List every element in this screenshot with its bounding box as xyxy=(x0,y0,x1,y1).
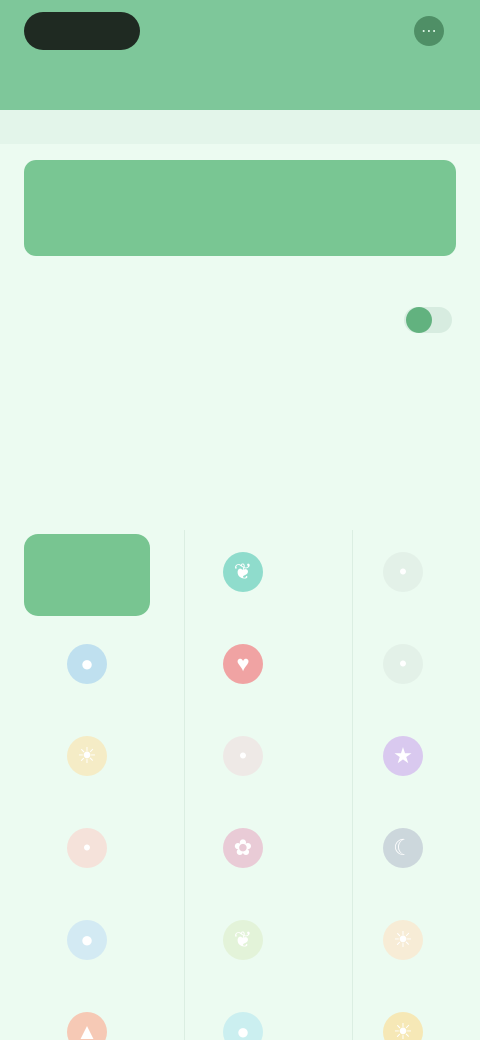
sun-icon: ☀ xyxy=(383,920,423,960)
dot-icon: • xyxy=(383,552,423,592)
heart-icon: ♥ xyxy=(223,644,263,684)
sun-icon: ☀ xyxy=(383,1012,423,1040)
category-tile[interactable]: ❦ xyxy=(180,534,306,616)
drop-icon: ● xyxy=(67,920,107,960)
category-tile[interactable]: ☀ xyxy=(340,902,466,984)
app-logo[interactable] xyxy=(24,12,140,50)
fire-icon: ▲ xyxy=(67,1012,107,1040)
flower-icon: ✿ xyxy=(223,828,263,868)
category-tile[interactable]: ● xyxy=(24,626,150,708)
dot-icon: • xyxy=(383,644,423,684)
category-tile[interactable]: ☀ xyxy=(24,718,150,800)
category-tile[interactable]: • xyxy=(340,534,466,616)
category-tile[interactable]: • xyxy=(24,810,150,892)
category-tile[interactable]: ● xyxy=(180,994,306,1040)
dot-icon: • xyxy=(67,828,107,868)
category-tile[interactable]: • xyxy=(180,718,306,800)
dot-icon: • xyxy=(223,736,263,776)
option-row-toggle xyxy=(28,300,452,340)
more-icon[interactable]: ⋯ xyxy=(414,16,444,46)
option-toggle[interactable] xyxy=(404,307,452,333)
category-grid: ❦ • ● ♥ • ☀ • ★ • ✿ ☾ ● ❦ ☀ ▲ ● ☀ xyxy=(22,530,462,1040)
app-header: ⋯ xyxy=(0,0,480,110)
category-tile[interactable] xyxy=(24,534,150,616)
category-tile[interactable]: ☀ xyxy=(340,994,466,1040)
category-tile[interactable]: ♥ xyxy=(180,626,306,708)
category-tile[interactable]: ★ xyxy=(340,718,466,800)
header-divider-strip xyxy=(0,110,480,144)
drop-icon: ● xyxy=(223,1012,263,1040)
sun-icon: ☀ xyxy=(67,736,107,776)
primary-action-button[interactable] xyxy=(24,160,456,256)
category-tile[interactable]: ✿ xyxy=(180,810,306,892)
star-icon: ★ xyxy=(383,736,423,776)
drop-icon: ● xyxy=(67,644,107,684)
grid-icon xyxy=(67,552,107,592)
leaf-icon: ❦ xyxy=(223,552,263,592)
category-tile[interactable]: ❦ xyxy=(180,902,306,984)
category-tile[interactable]: ▲ xyxy=(24,994,150,1040)
option-row-select[interactable] xyxy=(28,372,452,416)
moon-icon: ☾ xyxy=(383,828,423,868)
toggle-knob xyxy=(406,307,432,333)
option-row-range xyxy=(28,448,452,498)
leaf-icon: ❦ xyxy=(223,920,263,960)
category-tile[interactable]: • xyxy=(340,626,466,708)
category-tile[interactable]: ● xyxy=(24,902,150,984)
category-tile[interactable]: ☾ xyxy=(340,810,466,892)
